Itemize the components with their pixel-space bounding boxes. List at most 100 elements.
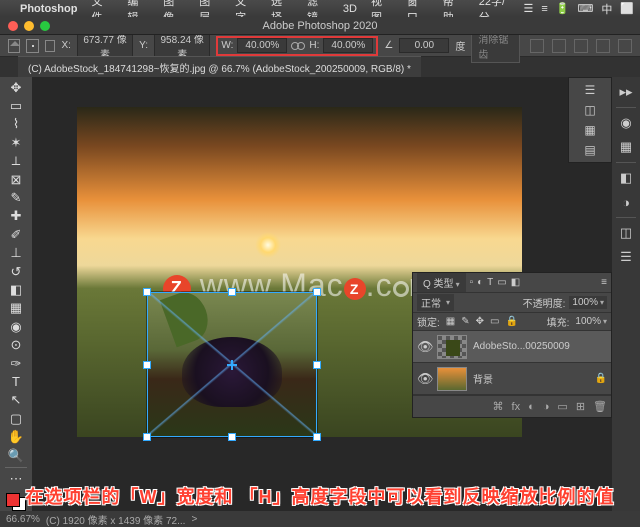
layer-filter-dropdown[interactable]: Q 类型 [417,273,466,292]
edit-toolbar[interactable]: ⋯ [5,467,27,488]
trash-icon[interactable]: 🗑 [593,400,607,413]
minimize-icon[interactable] [24,21,34,31]
transform-origin-icon[interactable] [26,39,38,53]
status-arrow-icon[interactable]: > [191,514,197,525]
eraser-tool[interactable]: ◧ [5,281,27,298]
move-tool[interactable]: ✥ [5,79,27,96]
opt-icon-1[interactable] [530,39,544,53]
sys-icon-3[interactable]: ⬜ [620,2,634,15]
zoom-level[interactable]: 66.67% [6,514,40,525]
lock-all-icon[interactable]: 🔒 [505,316,517,327]
dock-properties-icon[interactable]: ◧ [617,169,635,187]
handle-mid-right[interactable] [313,361,321,369]
lock-artboard-icon[interactable]: ▭ [490,316,499,327]
filter-text-icon[interactable]: T [487,277,493,288]
lasso-tool[interactable]: ⌇ [5,116,27,133]
lock-pos-icon[interactable]: ✥ [476,316,484,327]
lock-pixels-icon[interactable]: ✎ [461,316,469,327]
layer-thumbnail[interactable] [437,367,467,391]
stamp-tool[interactable]: ⊥ [5,245,27,262]
opt-icon-3[interactable] [574,39,588,53]
close-icon[interactable] [8,21,18,31]
fill-input[interactable]: 100% [575,316,607,327]
mask-icon[interactable]: ◐ [528,401,535,413]
wand-tool[interactable]: ✶ [5,134,27,151]
sys-icon-2[interactable]: ≡ [541,3,547,15]
swatch[interactable] [6,493,26,510]
marquee-tool[interactable]: ▭ [5,97,27,114]
visibility-toggle[interactable]: 👁 [417,339,431,355]
sys-icon-1[interactable]: ☰ [523,2,533,15]
text-tool[interactable]: T [5,373,27,390]
filter-shape-icon[interactable]: ▭ [497,277,506,288]
layer-name[interactable]: AdobeSto...00250009 [473,341,607,352]
home-icon[interactable] [8,39,20,53]
w-input[interactable]: 40.00% [237,38,287,53]
eyedropper-tool[interactable]: ✎ [5,189,27,206]
zoom-icon[interactable] [40,21,50,31]
shape-tool[interactable]: ▢ [5,410,27,427]
gradient-tool[interactable]: ▦ [5,300,27,317]
layer-row[interactable]: 👁 AdobeSto...00250009 [413,331,611,363]
adjust-icon[interactable]: ◑ [543,401,550,413]
filter-smart-icon[interactable]: ◧ [511,277,520,288]
panel-icon-1[interactable]: ☰ [580,82,600,98]
battery-icon[interactable]: 🔋 [556,2,570,15]
handle-bottom-left[interactable] [143,433,151,441]
handle-bottom-center[interactable] [228,433,236,441]
search-icon[interactable] [618,39,632,53]
blend-mode-dropdown[interactable]: 正常 [417,294,454,311]
panel-menu-icon[interactable]: ≡ [601,277,607,288]
handle-top-center[interactable] [228,288,236,296]
dock-history-icon[interactable]: ▸▸ [617,83,635,101]
blur-tool[interactable]: ◉ [5,318,27,335]
panel-icon-2[interactable]: ◫ [580,102,600,118]
link-wh-icon[interactable] [291,41,305,51]
frame-tool[interactable]: ⊠ [5,171,27,188]
heal-tool[interactable]: ✚ [5,208,27,225]
handle-mid-left[interactable] [143,361,151,369]
menu-3d[interactable]: 3D [343,3,357,15]
app-menu[interactable]: Photoshop [20,3,77,15]
doc-info[interactable]: (C) 1920 像素 x 1439 像素 72... [46,512,186,527]
link-layers-icon[interactable]: ⌘ [493,400,504,413]
brush-tool[interactable]: ✐ [5,226,27,243]
checkbox-1[interactable] [45,40,56,52]
panel-icon-3[interactable]: ▦ [580,122,600,138]
hand-tool[interactable]: ✋ [5,428,27,445]
dock-swatches-icon[interactable]: ▦ [617,138,635,156]
dock-layers-icon[interactable]: ◫ [617,224,635,242]
share-icon[interactable] [596,39,610,53]
dock-channels-icon[interactable]: ☰ [617,248,635,266]
filter-adj-icon[interactable]: ◐ [477,277,483,288]
opacity-input[interactable]: 100% [569,296,607,309]
pen-tool[interactable]: ✑ [5,355,27,372]
layer-thumbnail[interactable] [437,335,467,359]
fx-icon[interactable]: fx [512,401,521,413]
filter-img-icon[interactable]: ▫ [470,277,474,288]
angle-input[interactable]: 0.00 [399,38,449,53]
dock-adjust-icon[interactable]: ◑ [617,193,635,211]
input-icon[interactable]: ⌨ [577,2,593,15]
layer-row[interactable]: 👁 背景 🔒 [413,363,611,395]
zoom-tool[interactable]: 🔍 [5,447,27,464]
new-layer-icon[interactable]: ⊞ [576,400,585,413]
panel-icon-4[interactable]: ▤ [580,142,600,158]
handle-top-left[interactable] [143,288,151,296]
handle-top-right[interactable] [313,288,321,296]
visibility-toggle[interactable]: 👁 [417,371,431,387]
transform-box[interactable] [147,292,317,437]
opt-icon-2[interactable] [552,39,566,53]
group-icon[interactable]: ▭ [557,400,567,413]
dodge-tool[interactable]: ⊙ [5,336,27,353]
lock-trans-icon[interactable]: ▦ [446,316,455,327]
handle-bottom-right[interactable] [313,433,321,441]
history-brush-tool[interactable]: ↺ [5,263,27,280]
crop-tool[interactable]: ⟂ [5,153,27,170]
layer-name[interactable]: 背景 [473,371,589,386]
dock-color-icon[interactable]: ◉ [617,114,635,132]
h-input[interactable]: 40.00% [323,38,373,53]
path-tool[interactable]: ↖ [5,392,27,409]
document-tab[interactable]: (C) AdobeStock_184741298~恢复的.jpg @ 66.7%… [18,56,421,78]
center-point-icon[interactable] [227,360,237,370]
